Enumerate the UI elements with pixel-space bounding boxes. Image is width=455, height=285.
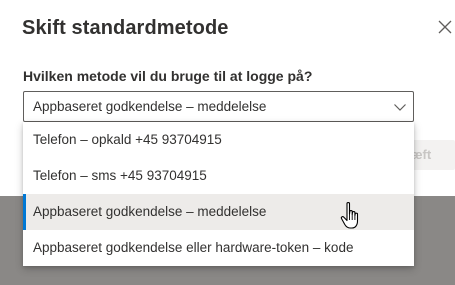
method-select-value: Appbaseret godkendelse – meddelelse (33, 99, 267, 114)
confirm-button-label: æft (411, 147, 432, 162)
option-phone-sms[interactable]: Telefon – sms +45 93704915 (23, 158, 414, 194)
option-label: Appbaseret godkendelse eller hardware-to… (33, 240, 354, 255)
method-dropdown-list: Telefon – opkald +45 93704915 Telefon – … (23, 122, 414, 266)
method-select[interactable]: Appbaseret godkendelse – meddelelse (23, 91, 414, 122)
method-question-label: Hvilken metode vil du bruge til at logge… (23, 68, 313, 84)
dialog-title: Skift standardmetode (22, 17, 229, 39)
option-phone-call[interactable]: Telefon – opkald +45 93704915 (23, 122, 414, 158)
chevron-down-icon (394, 104, 406, 111)
close-icon[interactable] (434, 16, 455, 38)
option-label: Appbaseret godkendelse – meddelelse (33, 204, 267, 219)
option-label: Telefon – sms +45 93704915 (33, 168, 207, 183)
option-app-or-token-code[interactable]: Appbaseret godkendelse eller hardware-to… (23, 230, 414, 266)
hand-pointer-icon (340, 201, 359, 229)
option-label: Telefon – opkald +45 93704915 (33, 132, 222, 147)
